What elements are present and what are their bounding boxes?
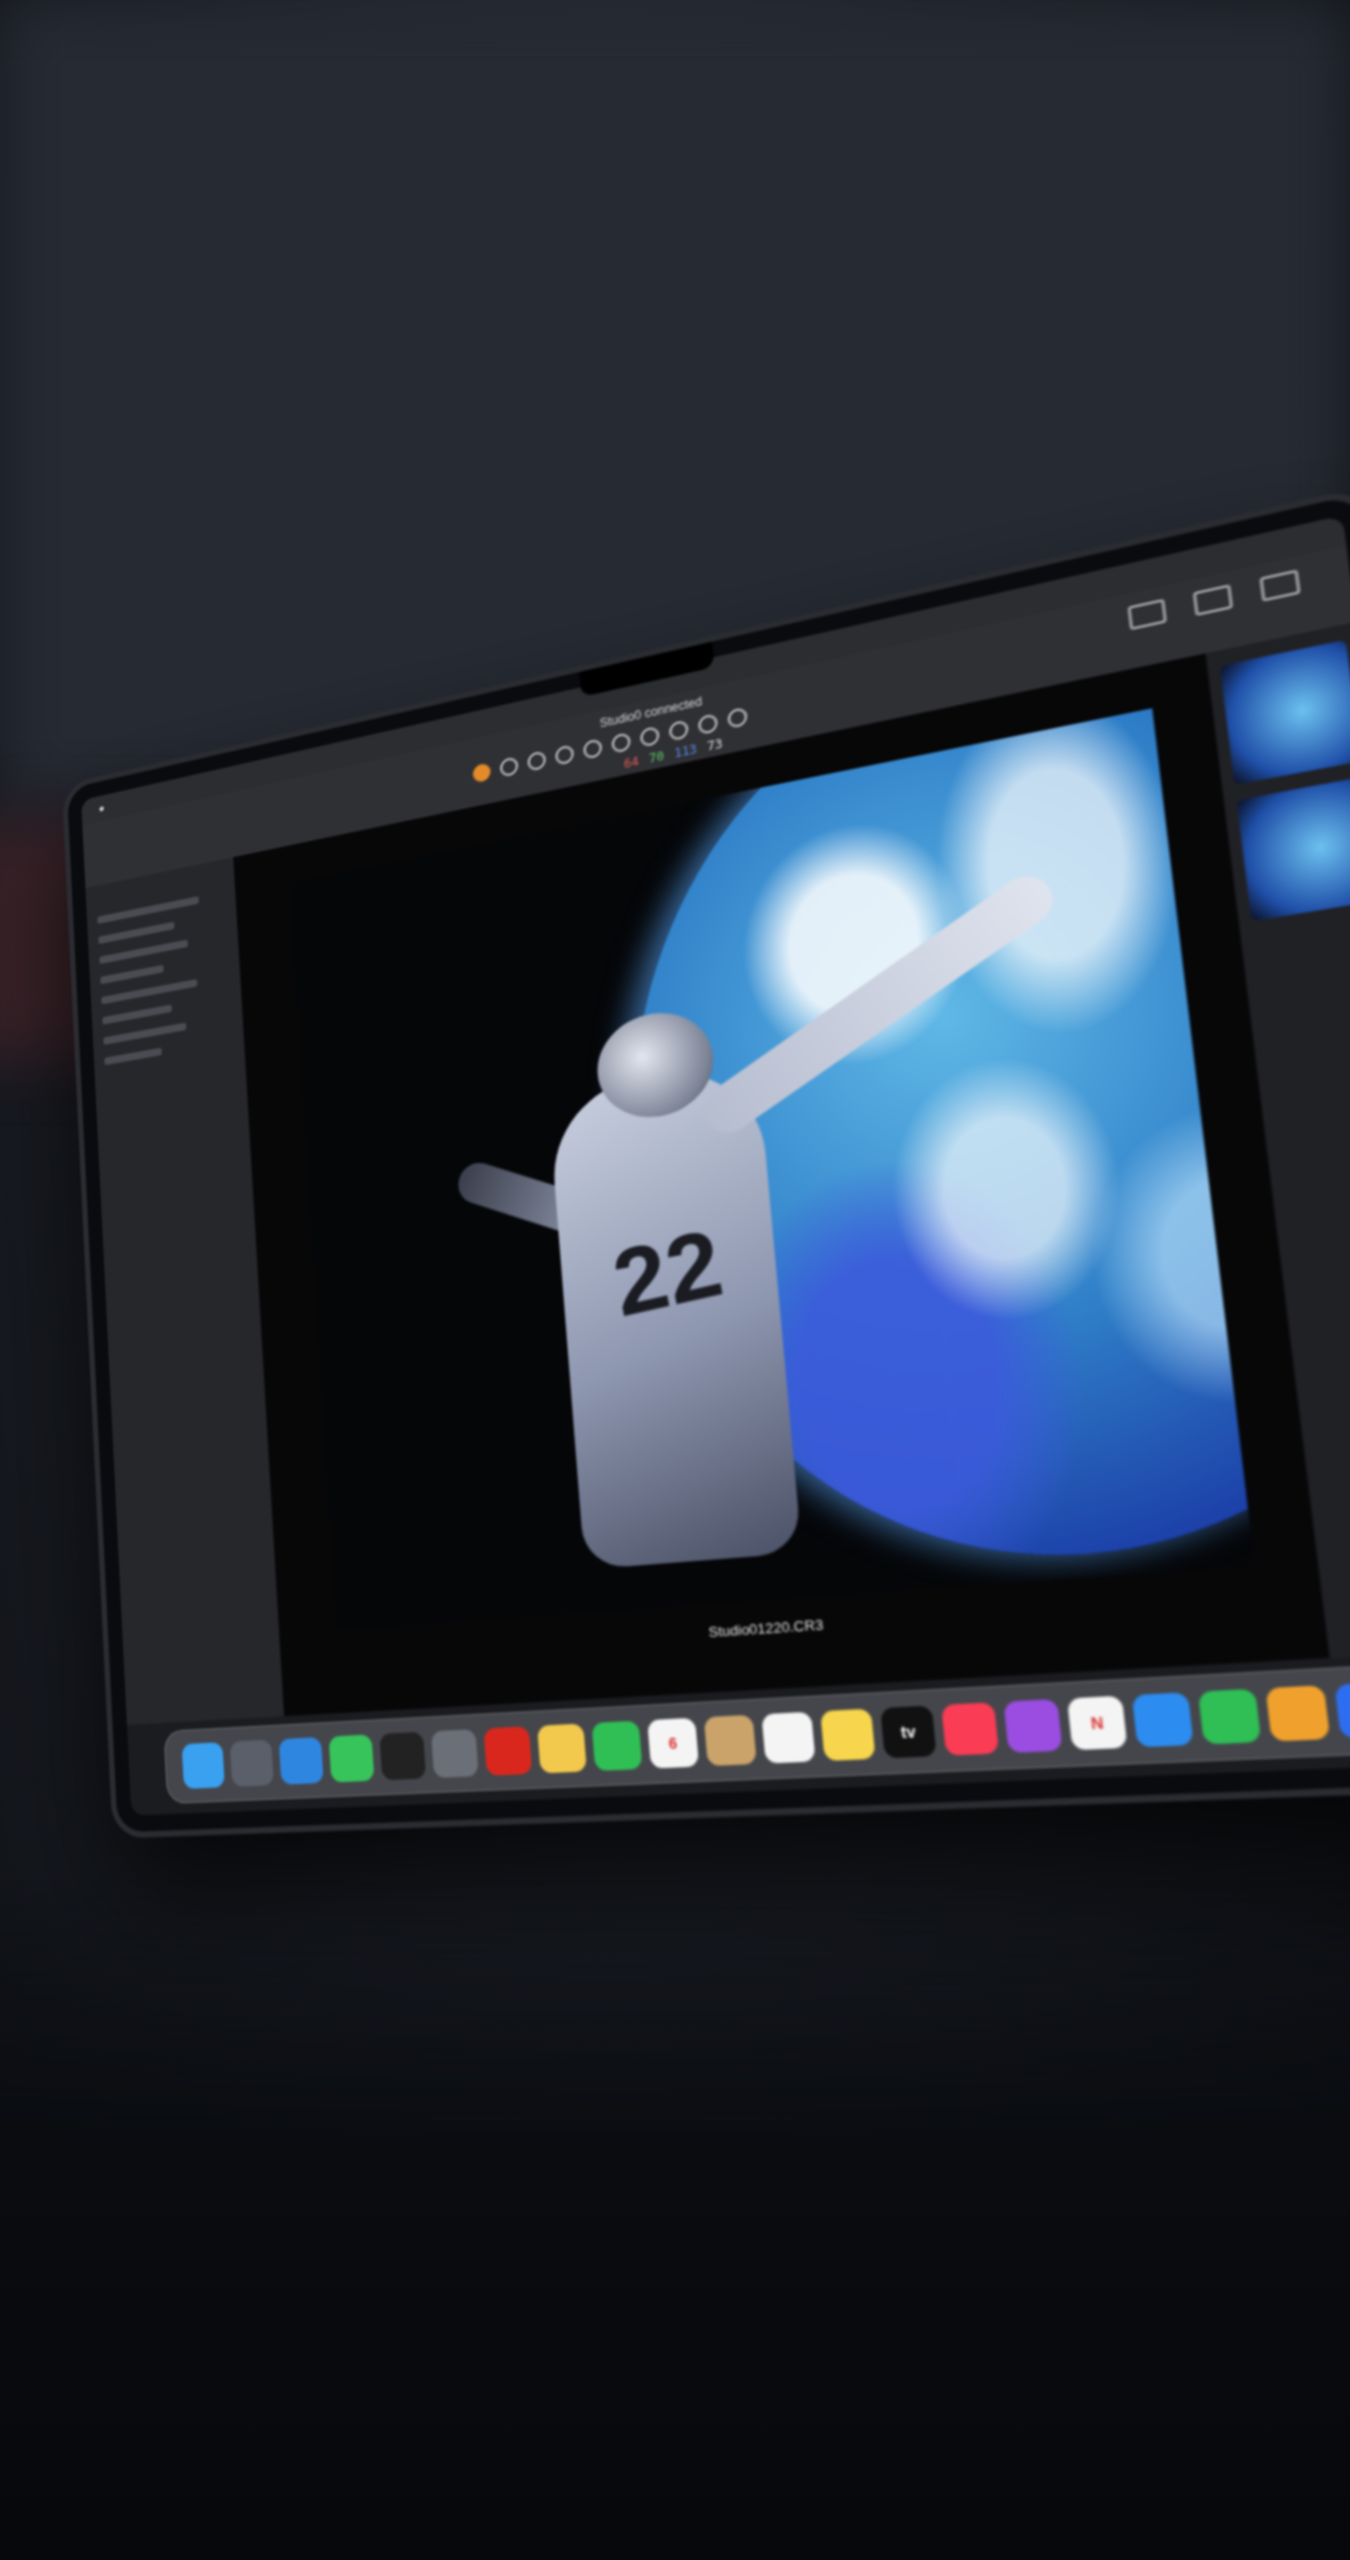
- keynote-glyph: [1334, 1682, 1350, 1739]
- zoom-icon[interactable]: [727, 706, 748, 729]
- music-icon[interactable]: [941, 1702, 1000, 1756]
- photos-glyph: [537, 1723, 587, 1773]
- text-icon[interactable]: [697, 713, 719, 736]
- app-store-glyph: [1132, 1692, 1194, 1747]
- export-icon[interactable]: [1127, 598, 1167, 631]
- straighten-icon[interactable]: [499, 756, 519, 778]
- green-value: 70: [648, 748, 665, 766]
- numbers-glyph: [1198, 1689, 1261, 1745]
- panel-row[interactable]: [97, 896, 199, 925]
- keynote-icon[interactable]: [1334, 1681, 1350, 1739]
- acrobat-icon[interactable]: [483, 1726, 533, 1776]
- red-value: 64: [623, 754, 640, 772]
- blue-value: 113: [673, 741, 698, 761]
- calendar-glyph: 6: [667, 1734, 678, 1753]
- reminders-icon[interactable]: [761, 1711, 816, 1764]
- alpha-value: 73: [706, 736, 724, 754]
- panel-row[interactable]: [103, 1022, 187, 1045]
- notes-icon[interactable]: [820, 1708, 876, 1762]
- photos-icon[interactable]: [537, 1723, 587, 1774]
- thumbnail[interactable]: [1236, 776, 1350, 922]
- apple-icon[interactable]: ●: [98, 801, 105, 815]
- music-glyph: [941, 1702, 999, 1756]
- panel-row[interactable]: [102, 1004, 173, 1025]
- safari-icon[interactable]: [278, 1737, 324, 1785]
- news-glyph: N: [1089, 1713, 1105, 1733]
- facetime-icon[interactable]: [591, 1720, 643, 1772]
- panel-row[interactable]: [104, 1047, 162, 1066]
- layout-icon[interactable]: [1193, 584, 1233, 616]
- pages-icon[interactable]: [1265, 1685, 1331, 1742]
- image-filename: Studio01220.CR3: [707, 1616, 824, 1641]
- tv-glyph: tv: [900, 1722, 917, 1742]
- pages-glyph: [1265, 1685, 1330, 1741]
- brush-icon[interactable]: [554, 744, 575, 766]
- messages-glyph: [329, 1734, 375, 1782]
- laptop-bezel: ● Studio0 connected 64 70 113 73 22 Stud…: [66, 493, 1350, 1833]
- finder-glyph: [182, 1742, 225, 1789]
- settings-glyph: [431, 1729, 479, 1778]
- acrobat-glyph: [484, 1726, 533, 1775]
- news-icon[interactable]: N: [1066, 1695, 1128, 1751]
- color-picker-icon[interactable]: [668, 719, 689, 742]
- terminal-glyph: [379, 1732, 426, 1781]
- launchpad-icon[interactable]: [229, 1739, 274, 1787]
- laptop-screen: ● Studio0 connected 64 70 113 73 22 Stud…: [81, 515, 1350, 1816]
- calendar-icon[interactable]: 6: [647, 1717, 700, 1769]
- messages-icon[interactable]: [328, 1734, 375, 1783]
- tv-icon[interactable]: tv: [880, 1705, 937, 1759]
- finder-icon[interactable]: [181, 1742, 225, 1789]
- podcasts-icon[interactable]: [1003, 1698, 1063, 1754]
- app-store-icon[interactable]: [1131, 1692, 1194, 1748]
- panel-row[interactable]: [99, 939, 189, 965]
- thumbnail[interactable]: [1219, 639, 1350, 785]
- facetime-glyph: [592, 1721, 643, 1771]
- radial-icon[interactable]: [639, 725, 660, 748]
- gradient-icon[interactable]: [611, 732, 632, 754]
- notes-glyph: [820, 1709, 875, 1761]
- terminal-icon[interactable]: [379, 1731, 427, 1781]
- jersey-number: 22: [605, 1210, 731, 1338]
- desk-foreground: [0, 1880, 1350, 2560]
- inspector-icon[interactable]: [1259, 569, 1301, 602]
- spot-removal-icon[interactable]: [527, 750, 547, 772]
- crop-tool-icon[interactable]: [472, 762, 492, 784]
- contacts-icon[interactable]: [703, 1714, 757, 1767]
- panel-row[interactable]: [98, 921, 175, 945]
- settings-icon[interactable]: [430, 1729, 479, 1779]
- safari-glyph: [279, 1737, 324, 1785]
- panel-row[interactable]: [101, 979, 198, 1005]
- eraser-icon[interactable]: [582, 738, 603, 760]
- panel-row[interactable]: [100, 964, 164, 985]
- podcasts-glyph: [1003, 1699, 1062, 1753]
- numbers-icon[interactable]: [1197, 1688, 1262, 1745]
- photo-canvas[interactable]: 22: [289, 708, 1255, 1631]
- contacts-glyph: [704, 1715, 757, 1766]
- reminders-glyph: [761, 1712, 815, 1764]
- launchpad-glyph: [230, 1740, 274, 1787]
